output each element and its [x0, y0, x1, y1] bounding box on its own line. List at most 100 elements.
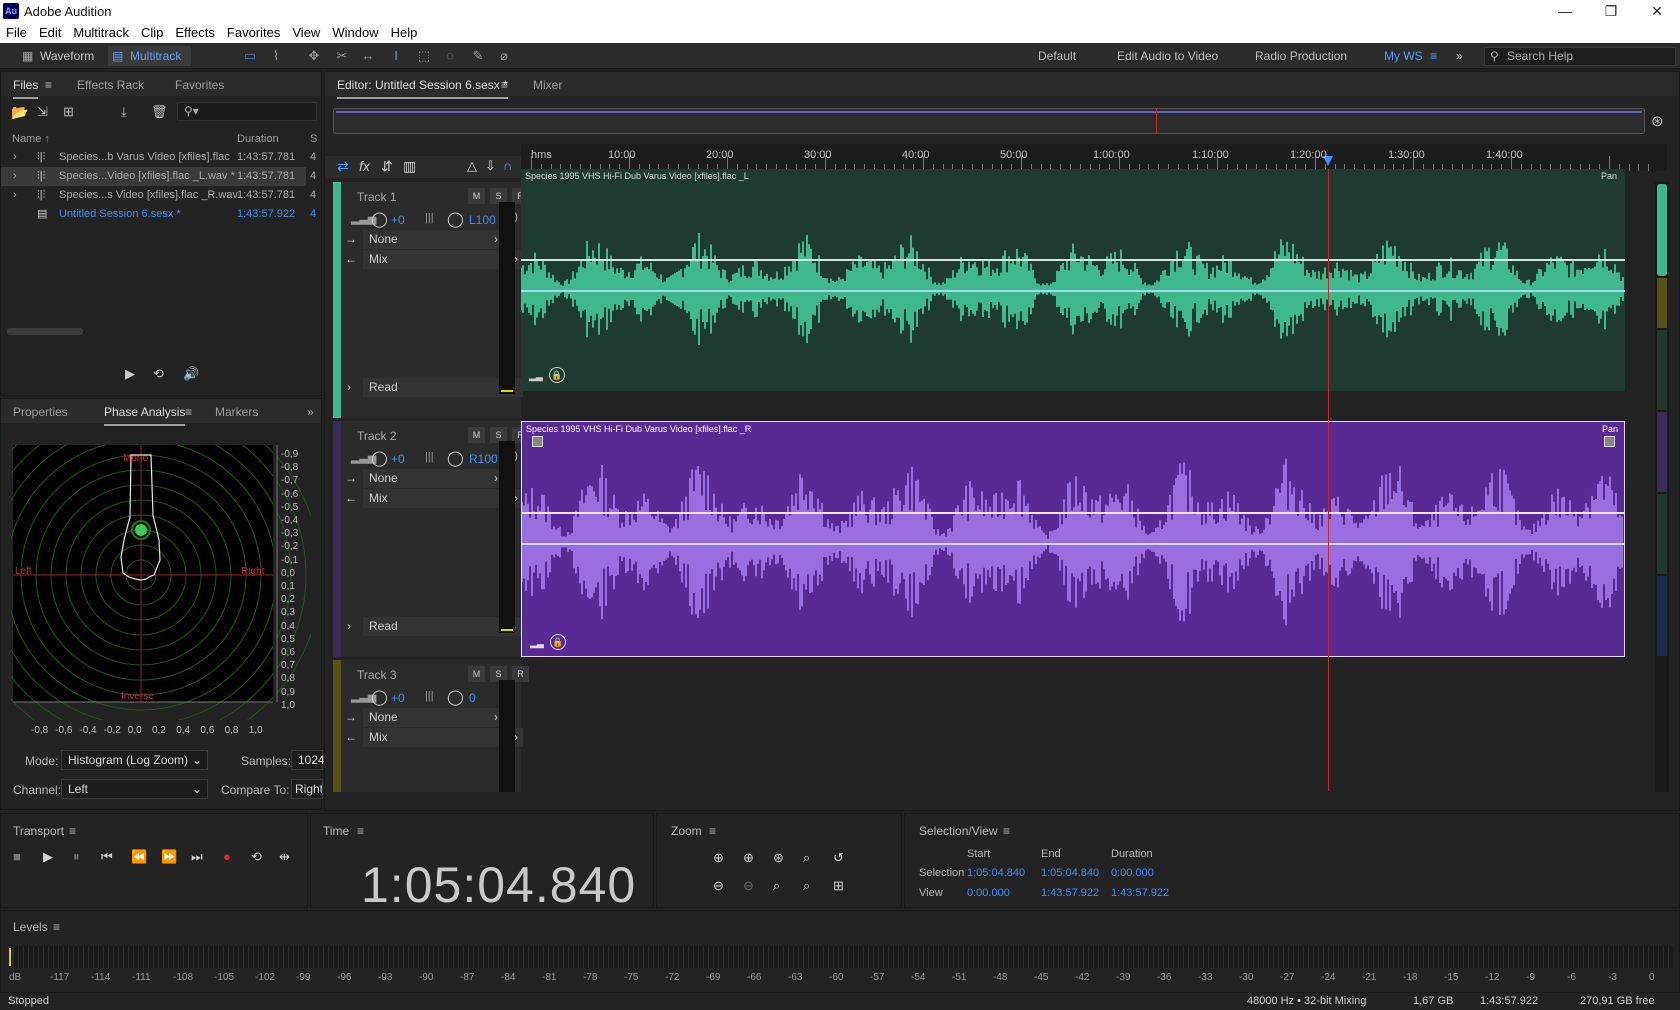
import-file-icon[interactable]: ⇲ — [37, 104, 48, 120]
track-3-name[interactable]: Track 3 — [357, 668, 397, 682]
zoom-tracks-icon[interactable]: ⊞ — [833, 878, 844, 894]
zoom-in-point-icon[interactable]: ⌕ — [773, 878, 780, 894]
track-2-pan[interactable]: R100 — [469, 452, 498, 466]
menu-multitrack[interactable]: Multitrack — [67, 23, 135, 40]
track-2-name[interactable]: Track 2 — [357, 429, 397, 443]
preview-loop-icon[interactable]: ⟲ — [153, 366, 164, 382]
compare-select[interactable]: Right — [291, 779, 323, 799]
next-icon[interactable]: ⏭ — [191, 849, 203, 865]
file-row[interactable]: ▤ Untitled Session 6.sesx * 1:43:57.922 4 — [1, 205, 316, 224]
mute-button[interactable]: M — [468, 666, 485, 682]
previous-icon[interactable]: ⏮ — [101, 849, 113, 865]
view-duration[interactable]: 1:43:57.922 — [1111, 887, 1169, 899]
track-1-name[interactable]: Track 1 — [357, 190, 397, 204]
fade-out-handle-icon[interactable] — [1604, 436, 1615, 447]
track-1-input[interactable]: None › — [363, 230, 503, 249]
automation-expand-icon[interactable]: › — [347, 380, 351, 394]
fade-in-handle-icon[interactable] — [532, 436, 543, 447]
workspace-menu-icon[interactable]: ≡ — [1430, 49, 1437, 63]
open-file-icon[interactable]: 📂 — [11, 104, 28, 121]
panel-overflow-icon[interactable]: » — [307, 405, 314, 419]
selection-duration[interactable]: 0:00.000 — [1111, 867, 1154, 879]
metronome-icon[interactable]: △ — [467, 158, 477, 174]
selection-menu-icon[interactable]: ≡ — [1003, 824, 1010, 838]
menu-edit[interactable]: Edit — [33, 23, 67, 40]
transport-menu-icon[interactable]: ≡ — [69, 824, 76, 838]
fast-forward-icon[interactable]: ⏩ — [161, 849, 177, 865]
selection-end[interactable]: 1:05:04.840 — [1041, 867, 1099, 879]
menu-clip[interactable]: Clip — [135, 23, 169, 40]
track-2-input[interactable]: None › — [363, 469, 503, 488]
view-start[interactable]: 0:00.000 — [967, 887, 1010, 899]
zoom-selection-icon[interactable]: ⌕ — [803, 850, 810, 866]
zoom-out-point-icon[interactable]: ⌕ — [803, 878, 810, 894]
levels-menu-icon[interactable]: ≡ — [53, 920, 60, 934]
file-row[interactable]: › ⫶|⫶ Species...Video [xfiles].flac _L.wav… — [1, 167, 316, 186]
workspace-overflow-icon[interactable]: » — [1456, 49, 1463, 63]
track-2-clip[interactable]: Species 1995 VHS Hi-Fi Dub Varus Video [… — [521, 421, 1625, 657]
time-menu-icon[interactable]: ≡ — [357, 824, 364, 838]
spectral-frequency-icon[interactable]: ▭ — [240, 47, 260, 65]
new-file-icon[interactable]: ⊞ — [63, 104, 74, 120]
close-button[interactable]: ✕ — [1634, 0, 1680, 23]
move-tool-icon[interactable]: ✥ — [304, 47, 324, 65]
eq-icon[interactable]: ▥ — [403, 158, 416, 175]
menu-window[interactable]: Window — [326, 23, 384, 40]
clip-2-pan-label[interactable]: Pan — [1602, 424, 1618, 434]
file-row[interactable]: › ⫶|⫶ Species...b Varus Video [xfiles].fla… — [1, 148, 316, 167]
tab-files[interactable]: Files — [13, 78, 39, 99]
tab-effects-rack[interactable]: Effects Rack — [77, 78, 144, 92]
workspace-default[interactable]: Default — [1038, 49, 1076, 63]
zoom-out-time-icon[interactable]: ⊖ — [743, 878, 754, 894]
clip-lock-icon[interactable]: 🔒 — [550, 634, 566, 650]
track-1-pan[interactable]: L100 — [469, 213, 496, 227]
spectral-pitch-icon[interactable]: ⌇ — [266, 47, 286, 65]
play-icon[interactable]: ▶ — [43, 849, 53, 865]
track-1-pan-envelope[interactable] — [521, 290, 1625, 292]
search-help-input[interactable]: ⚲ Search Help — [1484, 47, 1676, 66]
lasso-tool-icon[interactable]: ◌ — [440, 47, 460, 65]
track-3-volume[interactable]: +0 — [391, 691, 405, 705]
mixdown-icon[interactable]: ⇩ — [485, 158, 496, 174]
track-1-volume[interactable]: +0 — [391, 213, 405, 227]
rewind-icon[interactable]: ⏪ — [131, 849, 147, 865]
column-name[interactable]: Name ↑ — [12, 133, 50, 145]
zoom-in-amplitude-icon[interactable]: ⊕ — [713, 850, 724, 866]
inputs-outputs-icon[interactable]: ⇄ — [337, 158, 349, 175]
auto-play-icon[interactable]: 🔊 — [183, 366, 199, 382]
track-3-input[interactable]: None › — [363, 708, 503, 727]
zoom-full-icon[interactable]: ⊛ — [773, 850, 784, 866]
zoom-navigator-icon[interactable]: ⊛ — [1651, 112, 1664, 130]
file-row[interactable]: › ⫶|⫶ Species...s Video [xfiles].flac _R.w… — [1, 186, 316, 205]
menu-effects[interactable]: Effects — [169, 23, 221, 40]
pan-knob[interactable]: ◯ — [447, 688, 464, 706]
column-channels[interactable]: S — [310, 133, 317, 145]
files-search-input[interactable]: ⚲▾ — [177, 102, 317, 121]
multitrack-mode-button[interactable]: ▤ Multitrack — [108, 46, 192, 66]
channel-select[interactable]: Left ⌄ — [61, 779, 208, 799]
expand-icon[interactable]: › — [13, 186, 17, 205]
workspace-my-ws[interactable]: My WS — [1384, 49, 1423, 63]
track-3-pan[interactable]: 0 — [469, 691, 476, 705]
loop-icon[interactable]: ⟲ — [251, 849, 262, 865]
expand-icon[interactable]: › — [13, 167, 17, 186]
brush-tool-icon[interactable]: ✎ — [468, 47, 488, 65]
pause-icon[interactable]: ⏸ — [73, 849, 80, 865]
time-selection-tool-icon[interactable]: I — [386, 47, 406, 65]
menu-view[interactable]: View — [286, 23, 326, 40]
record-icon[interactable]: ● — [223, 849, 231, 864]
sends-icon[interactable]: ⇵ — [381, 158, 393, 175]
volume-knob[interactable]: ◯ — [371, 210, 388, 228]
view-end[interactable]: 1:43:57.922 — [1041, 887, 1099, 899]
tab-properties[interactable]: Properties — [13, 405, 68, 419]
razor-tool-icon[interactable]: ✂ — [332, 47, 352, 65]
track-2-pan-envelope[interactable] — [522, 543, 1624, 545]
analysis-panel-menu-icon[interactable]: ≡ — [185, 405, 192, 419]
tab-phase-analysis[interactable]: Phase Analysis — [104, 405, 186, 426]
files-panel-menu-icon[interactable]: ≡ — [45, 78, 52, 92]
delete-file-icon[interactable]: 🗑 — [151, 104, 168, 120]
mode-select[interactable]: Histogram (Log Zoom) ⌄ — [61, 750, 208, 770]
menu-file[interactable]: File — [0, 23, 33, 40]
volume-knob[interactable]: ◯ — [371, 688, 388, 706]
workspace-radio-production[interactable]: Radio Production — [1255, 49, 1347, 63]
